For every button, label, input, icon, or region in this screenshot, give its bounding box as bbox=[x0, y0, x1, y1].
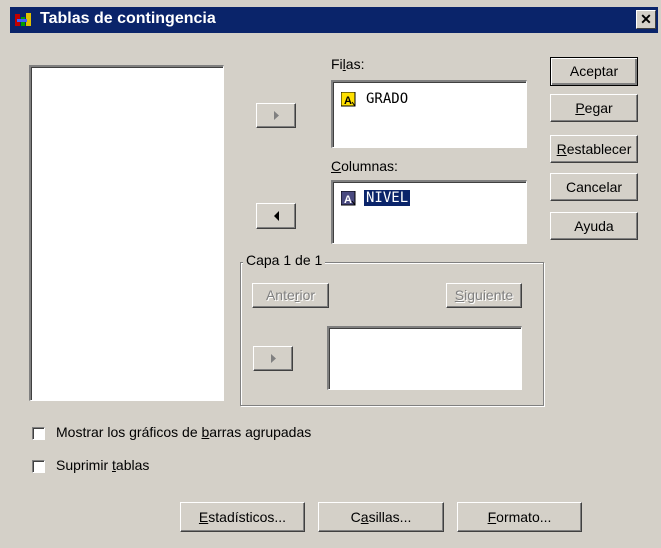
columns-label: Columnas: bbox=[331, 158, 398, 174]
dialog-window: Tablas de contingencia ✕ Filas: A GRADO bbox=[0, 0, 661, 548]
move-to-rows-button[interactable] bbox=[256, 103, 296, 128]
list-item[interactable]: A GRADO bbox=[341, 89, 410, 109]
cells-button[interactable]: Casillas... bbox=[318, 502, 444, 532]
clustered-bar-charts-label: Mostrar los gráficos de barras agrupadas bbox=[56, 424, 312, 440]
right-arrow-icon bbox=[271, 354, 276, 363]
move-back-button[interactable] bbox=[256, 203, 296, 229]
suppress-tables-checkbox[interactable] bbox=[32, 460, 45, 473]
title-bar[interactable]: Tablas de contingencia ✕ bbox=[10, 7, 658, 33]
svg-text:A: A bbox=[344, 95, 352, 107]
app-icon bbox=[15, 13, 31, 26]
variable-name: GRADO bbox=[366, 91, 409, 107]
rows-list[interactable]: A GRADO bbox=[331, 80, 527, 148]
move-to-layer-button[interactable] bbox=[253, 346, 293, 371]
source-variable-list[interactable] bbox=[29, 65, 224, 401]
left-arrow-icon bbox=[274, 211, 279, 221]
ok-button[interactable]: Aceptar bbox=[550, 57, 638, 86]
suppress-tables-label: Suprimir tablas bbox=[56, 457, 150, 473]
reset-button[interactable]: Restablecer bbox=[550, 135, 638, 163]
right-arrow-icon bbox=[274, 111, 279, 120]
next-layer-button[interactable]: Siguiente bbox=[446, 283, 522, 308]
clustered-bar-charts-checkbox[interactable] bbox=[32, 427, 45, 440]
variable-name: NIVEL bbox=[362, 189, 412, 207]
help-button[interactable]: Ayuda bbox=[550, 212, 638, 240]
svg-text:A: A bbox=[344, 194, 352, 206]
close-icon: ✕ bbox=[640, 11, 652, 27]
format-button[interactable]: Formato... bbox=[457, 502, 582, 532]
previous-layer-button[interactable]: Anterior bbox=[252, 283, 329, 308]
cancel-button[interactable]: Cancelar bbox=[550, 173, 638, 201]
close-button[interactable]: ✕ bbox=[636, 10, 656, 29]
paste-button[interactable]: Pegar bbox=[550, 94, 638, 122]
rows-label: Filas: bbox=[331, 56, 365, 72]
columns-list[interactable]: A NIVEL bbox=[331, 180, 527, 244]
nominal-variable-icon: A bbox=[341, 91, 356, 107]
list-item[interactable]: A NIVEL bbox=[341, 188, 412, 208]
nominal-variable-icon: A bbox=[341, 190, 356, 206]
layer-group-title: Capa 1 de 1 bbox=[243, 252, 326, 268]
window-title: Tablas de contingencia bbox=[40, 10, 216, 27]
statistics-button[interactable]: Estadísticos... bbox=[180, 502, 305, 532]
layer-list[interactable] bbox=[327, 326, 522, 390]
